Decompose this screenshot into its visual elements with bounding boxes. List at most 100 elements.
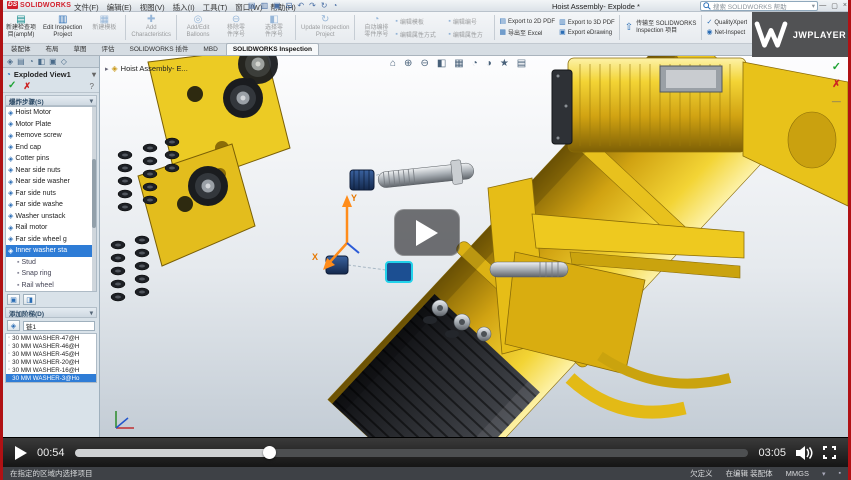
command-tab[interactable]: MBD <box>196 43 224 55</box>
edit-attr-button[interactable]: ▪编辑属性方 <box>448 28 492 41</box>
add-edit-balloons-button[interactable]: ◎ Add/Edit Balloons <box>179 13 217 42</box>
explode-step-item[interactable]: ◈ Motor Plate <box>6 119 96 131</box>
explode-step-item[interactable]: ◈ Cotter pins <box>6 153 96 165</box>
command-tab[interactable]: 草图 <box>67 43 94 55</box>
explode-step-item[interactable]: ◈ Remove screw <box>6 130 96 142</box>
units-selector[interactable]: MMGS <box>786 469 809 478</box>
cancel-icon[interactable]: ✗ <box>832 79 840 90</box>
add-characteristics-button[interactable]: ✚ Add Characteristics <box>128 13 174 42</box>
ok-button[interactable]: ✓ <box>8 81 16 91</box>
hide-show-items-icon[interactable]: ◑ <box>486 58 492 69</box>
explode-step-item[interactable]: ◈ End cap <box>6 142 96 154</box>
zoom-fit-icon[interactable]: ⌂ <box>390 58 396 69</box>
zoom-out-icon[interactable]: ⊖ <box>420 58 428 69</box>
component-item[interactable]: ◦ 30 MM WASHER-45@H <box>6 350 96 358</box>
progress-bar[interactable] <box>75 449 749 457</box>
help-icon[interactable]: ? <box>90 82 94 91</box>
properties-tab-icon[interactable]: ▤ <box>17 57 25 66</box>
component-item[interactable]: ◦ 30 MM WASHER-47@H <box>6 334 96 342</box>
edit-template-button[interactable]: ▪编辑模板 <box>395 15 445 28</box>
close-button[interactable]: × <box>843 2 847 10</box>
collapse-icon[interactable]: — <box>832 96 841 106</box>
inspection-tab-icon[interactable]: ◇ <box>61 57 67 66</box>
cancel-button[interactable]: ✗ <box>23 81 31 91</box>
export-edrawing-button[interactable]: ▣Export eDrawing <box>559 29 615 36</box>
flyout-feature-tree[interactable]: ▸ ◈ Hoist Assembly- E... <box>105 64 188 73</box>
add-step-header[interactable]: 添加阶梯(D)▾ <box>5 307 97 318</box>
new-template-button[interactable]: ▦ 新建模板 <box>85 13 123 42</box>
export-2d-pdf-button[interactable]: ▤Export to 2D PDF <box>499 18 555 25</box>
volume-button[interactable] <box>796 446 813 460</box>
select-balloons-button[interactable]: ◧ 选择零 件序号 <box>255 13 293 42</box>
chevron-down-icon[interactable]: ▾ <box>92 70 96 79</box>
units-dropdown-icon[interactable]: ▾ <box>822 470 826 478</box>
section-view-icon[interactable]: ◧ <box>437 58 446 69</box>
command-tab[interactable]: 评估 <box>95 43 122 55</box>
chevron-down-icon[interactable]: ▾ <box>812 2 815 10</box>
qualityxpert-button[interactable]: ✓QualityXpert <box>706 19 747 26</box>
net-inspect-button[interactable]: ◉Net-Inspect <box>706 29 747 36</box>
chain-input[interactable]: 链1 <box>23 321 95 331</box>
explode-step-item[interactable]: ▪ Stud <box>6 257 96 269</box>
explode-step-item[interactable]: ◈ Inner washer sta <box>6 245 96 257</box>
component-item[interactable]: ◦ 30 MM WASHER-16@H <box>6 366 96 374</box>
command-tab[interactable]: 装配体 <box>4 43 38 55</box>
explode-steps-header[interactable]: 爆炸步骤(S)▾ <box>5 95 97 106</box>
reorder-step-button[interactable]: ▣ <box>7 294 20 305</box>
scene-icon[interactable]: ▤ <box>517 58 526 69</box>
auto-balloon-button[interactable]: ◔ 自动编排 零件序号 <box>357 13 395 42</box>
print-icon[interactable]: ⊟ <box>286 1 293 10</box>
scrollbar[interactable] <box>92 107 96 291</box>
explode-step-item[interactable]: ◈ Near side nuts <box>6 165 96 177</box>
export-3d-pdf-button[interactable]: ▥Export to 3D PDF <box>559 19 615 26</box>
selected-stud[interactable] <box>386 262 412 282</box>
edit-number-button[interactable]: ▪编辑编号 <box>448 15 492 28</box>
rail-wheel[interactable] <box>188 166 228 206</box>
scrollbar-thumb[interactable] <box>92 159 96 229</box>
explode-step-item[interactable]: ▪ Snap ring <box>6 268 96 280</box>
command-tab[interactable]: SOLIDWORKS Inspection <box>226 43 319 55</box>
component-item[interactable]: ◦ 30 MM WASHER-20@H <box>6 358 96 366</box>
undo-icon[interactable]: ↶ <box>297 1 304 10</box>
explode-step-item[interactable]: ▪ Rail wheel <box>6 280 96 292</box>
display-style-icon[interactable]: ◔ <box>472 58 478 69</box>
graphics-area[interactable]: Y X ▸ ◈ Hoist Assembly- E... ⌂ ⊕ ⊖ ◧ ▦ ◔… <box>100 56 848 437</box>
explode-step-item[interactable]: ◈ Far side nuts <box>6 188 96 200</box>
configurations-tab-icon[interactable]: ◔ <box>29 57 34 66</box>
fullscreen-button[interactable] <box>823 446 836 459</box>
expand-arrow-icon[interactable]: ▸ <box>105 65 109 73</box>
minimize-button[interactable]: — <box>819 2 826 10</box>
component-item[interactable]: ◦ 30 MM WASHER-3@Ho <box>6 374 96 382</box>
view-orientation-icon[interactable]: ▦ <box>454 58 463 69</box>
edit-inspection-project-button[interactable]: ▥ Edit Inspection Project <box>40 13 85 42</box>
explode-step-item[interactable]: ◈ Rail motor <box>6 222 96 234</box>
play-button[interactable] <box>15 446 27 460</box>
delete-step-button[interactable]: ◨ <box>23 294 36 305</box>
remove-balloons-button[interactable]: ⊖ 移除零 件序号 <box>217 13 255 42</box>
restore-button[interactable]: ▢ <box>831 2 838 10</box>
confirm-icon[interactable]: ✓ <box>832 60 841 73</box>
export-excel-button[interactable]: ▦导出至 Excel <box>499 28 555 37</box>
help-search[interactable]: 搜索 SOLIDWORKS 帮助 ▾ <box>700 1 818 11</box>
command-tab[interactable]: 布局 <box>39 43 66 55</box>
component-item[interactable]: ◦ 30 MM WASHER-46@H <box>6 342 96 350</box>
big-play-button[interactable] <box>394 209 460 256</box>
display-manager-tab-icon[interactable]: ▣ <box>49 57 57 66</box>
rail-wheel[interactable] <box>223 78 263 118</box>
open-icon[interactable]: ▥ <box>261 1 269 10</box>
edit-appearance-icon[interactable]: ★ <box>500 58 509 69</box>
explode-step-item[interactable]: ◈ Far side wheel g <box>6 234 96 246</box>
new-document-icon[interactable]: ▤ <box>248 1 256 10</box>
dimxpert-tab-icon[interactable]: ◧ <box>38 57 46 66</box>
zoom-in-icon[interactable]: ⊕ <box>404 58 412 69</box>
new-inspection-project-button[interactable]: ▤ 新建检查项 目(ampM) <box>2 13 40 42</box>
rebuild-icon[interactable]: ↻ <box>321 1 328 10</box>
explode-step-item[interactable]: ◈ Far side washe <box>6 199 96 211</box>
features-tab-icon[interactable]: ◈ <box>7 57 13 66</box>
options-icon[interactable]: ◔ <box>333 1 338 10</box>
send-to-inspection-button[interactable]: ⇧ 传输至 SOLIDWORKS Inspection 项目 <box>622 13 700 42</box>
command-tab[interactable]: SOLIDWORKS 插件 <box>123 43 196 55</box>
save-icon[interactable]: ▣ <box>273 1 281 10</box>
progress-handle[interactable] <box>263 446 276 459</box>
explode-step-item[interactable]: ◈ Washer unstack <box>6 211 96 223</box>
